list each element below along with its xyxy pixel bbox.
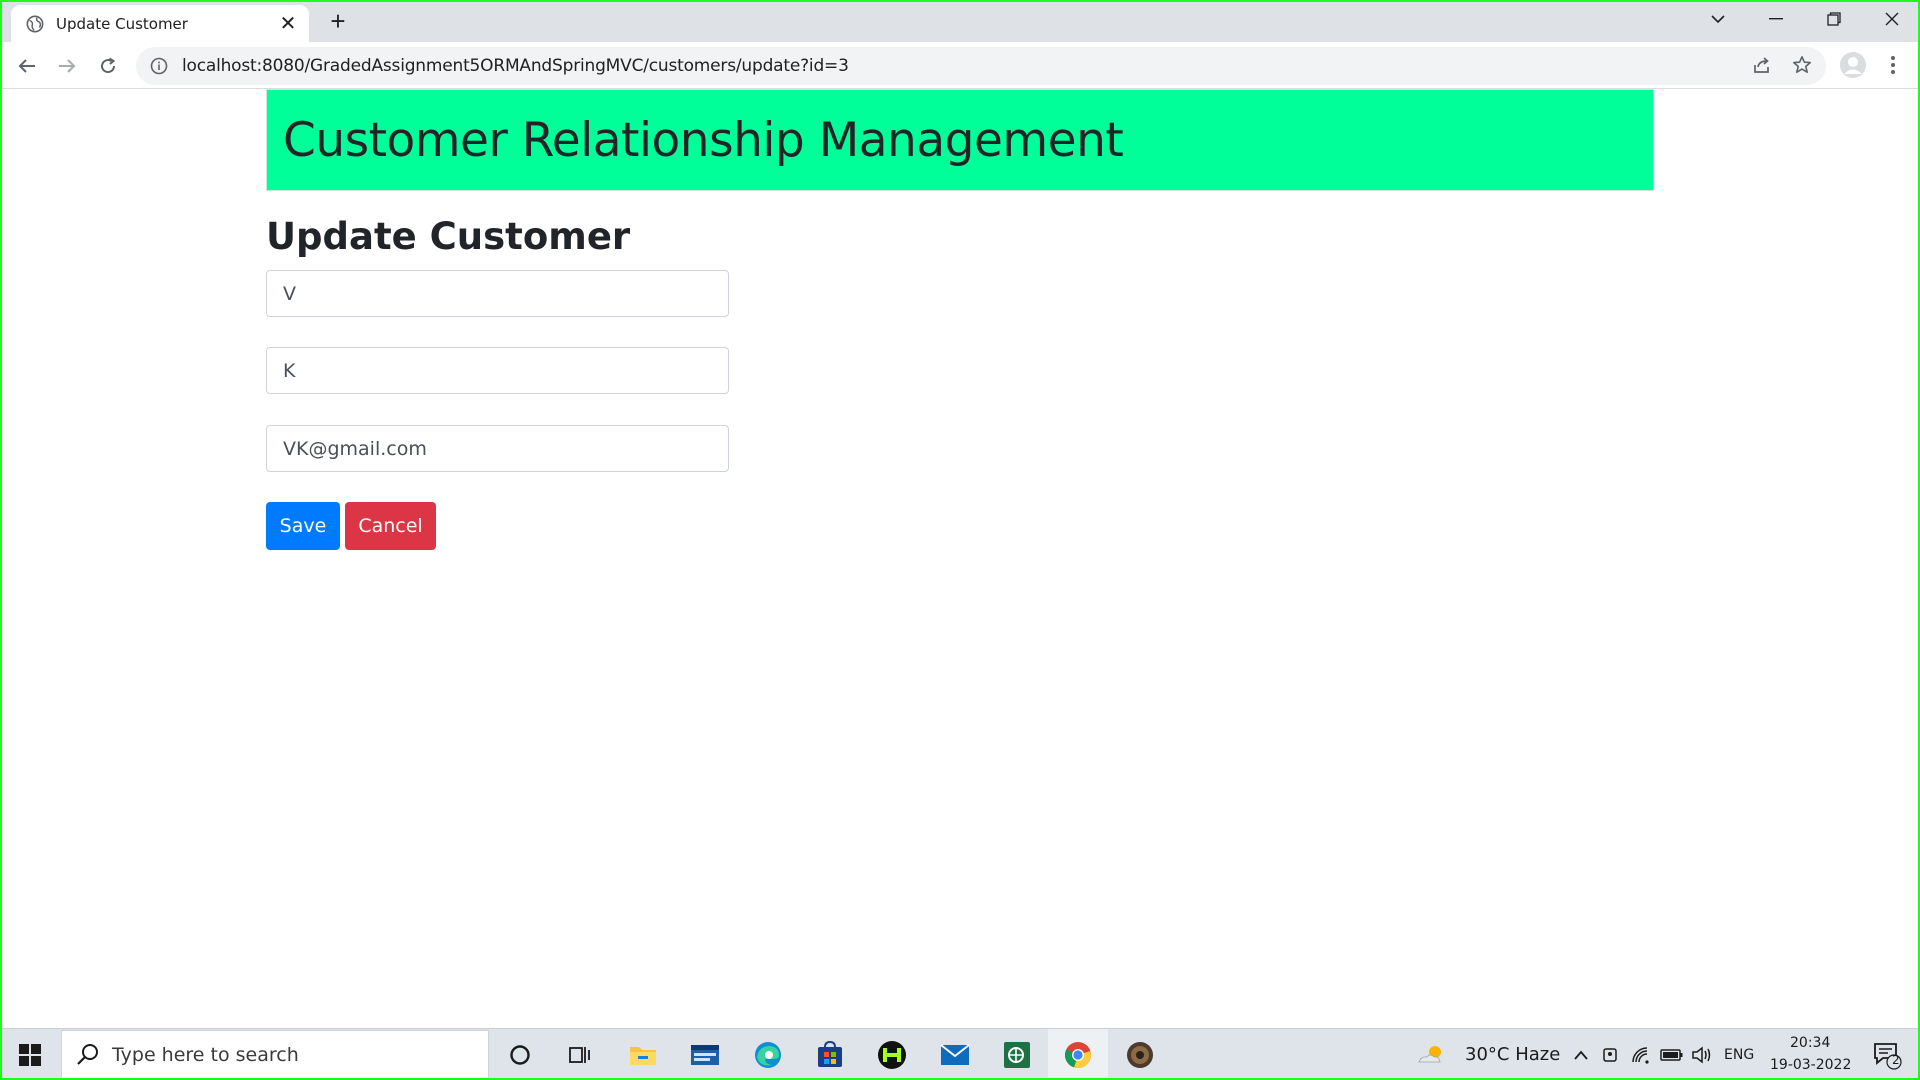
last-name-field[interactable]: [266, 347, 729, 394]
spreadsheet-app-icon[interactable]: [987, 1029, 1047, 1080]
browser-tab-strip: Update Customer ✕ +: [0, 0, 1920, 42]
browser-toolbar: localhost:8080/GradedAssignment5ORMAndSp…: [0, 42, 1920, 89]
file-explorer-icon[interactable]: [613, 1029, 673, 1080]
bookmark-star-icon[interactable]: [1785, 48, 1819, 82]
browser-tab[interactable]: Update Customer ✕: [11, 5, 309, 42]
java-app-icon[interactable]: [1110, 1029, 1170, 1080]
banner-title: Customer Relationship Management: [283, 112, 1124, 168]
windows-start-icon[interactable]: [0, 1029, 60, 1080]
notification-center-icon[interactable]: 2: [1862, 1029, 1912, 1080]
mail-icon[interactable]: [925, 1029, 985, 1080]
restore-icon[interactable]: [1806, 0, 1862, 38]
url-text: localhost:8080/GradedAssignment5ORMAndSp…: [182, 56, 849, 76]
search-placeholder: Type here to search: [112, 1044, 299, 1066]
form-title: Update Customer: [266, 215, 631, 258]
clock-date[interactable]: 19-03-2022: [1770, 1057, 1851, 1073]
reload-icon[interactable]: [92, 50, 124, 82]
back-arrow-icon[interactable]: [11, 50, 43, 82]
browser-menu-icon[interactable]: [1876, 48, 1910, 82]
header-banner: Customer Relationship Management: [266, 89, 1654, 191]
first-name-field[interactable]: [266, 270, 729, 317]
email-field[interactable]: [266, 425, 729, 472]
tab-close-icon[interactable]: ✕: [275, 11, 301, 37]
page-content: Customer Relationship Management Update …: [0, 89, 1920, 1027]
search-icon: [77, 1044, 98, 1065]
meet-now-icon[interactable]: [1598, 1029, 1624, 1080]
cortana-icon[interactable]: [490, 1029, 550, 1080]
close-window-icon[interactable]: [1864, 0, 1920, 38]
windows-taskbar: Type here to search 30°C Haze ENG 20:34 …: [0, 1028, 1920, 1080]
new-tab-button[interactable]: +: [324, 6, 352, 36]
share-icon[interactable]: [1745, 48, 1779, 82]
notification-count: 2: [1892, 1053, 1900, 1067]
show-hidden-icons-chevron-icon[interactable]: [1568, 1029, 1594, 1080]
site-info-icon[interactable]: [150, 57, 168, 75]
taskbar-search-box[interactable]: Type here to search: [61, 1030, 489, 1080]
volume-icon[interactable]: [1689, 1029, 1715, 1080]
profile-avatar-icon[interactable]: [1836, 48, 1870, 82]
task-view-icon[interactable]: [550, 1029, 610, 1080]
clock-time[interactable]: 20:34: [1790, 1035, 1830, 1051]
language-indicator[interactable]: ENG: [1724, 1047, 1754, 1063]
edge-browser-icon[interactable]: [738, 1029, 798, 1080]
chrome-taskbar-icon[interactable]: [1048, 1029, 1108, 1080]
wifi-icon[interactable]: [1628, 1029, 1654, 1080]
battery-icon[interactable]: [1658, 1029, 1686, 1080]
address-bar[interactable]: localhost:8080/GradedAssignment5ORMAndSp…: [136, 47, 1826, 85]
weather-text[interactable]: 30°C Haze: [1465, 1044, 1560, 1065]
cancel-button[interactable]: Cancel: [345, 502, 436, 550]
tab-title: Update Customer: [56, 14, 188, 33]
minimize-icon[interactable]: [1748, 0, 1804, 38]
weather-icon[interactable]: [1412, 1029, 1452, 1080]
microsoft-store-icon[interactable]: [800, 1029, 860, 1080]
globe-icon: [26, 15, 44, 32]
media-app-icon[interactable]: [862, 1029, 922, 1080]
forward-arrow-icon[interactable]: [51, 50, 83, 82]
save-button[interactable]: Save: [266, 502, 340, 550]
tab-search-dropdown-icon[interactable]: [1690, 0, 1746, 38]
app-window-icon[interactable]: [675, 1029, 735, 1080]
